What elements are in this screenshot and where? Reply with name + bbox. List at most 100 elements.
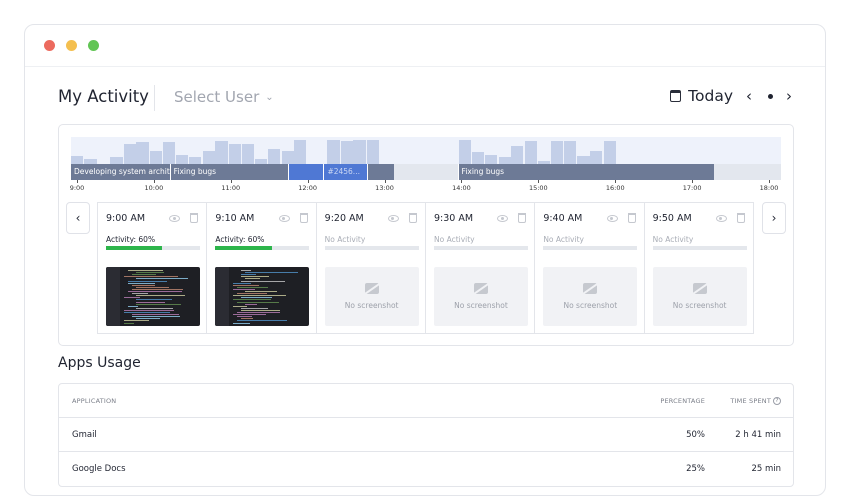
code-line [128,270,163,271]
task-track: Developing system architect...Fixing bug… [71,164,781,180]
previous-day-icon[interactable]: ‹ [746,87,752,105]
code-line [245,303,258,305]
screenshot-placeholder: No screenshot [324,267,419,326]
code-line [132,293,148,295]
code-line [237,301,280,303]
eye-icon[interactable] [497,215,509,222]
code-line [132,316,180,318]
slot-time: 9:20 AM [324,213,364,224]
code-line [237,320,288,322]
activity-bar-fill [215,246,272,250]
maximize-window-button[interactable] [88,40,99,51]
code-line [241,270,252,271]
code-line [241,307,269,309]
trash-icon[interactable] [518,213,527,223]
activity-histogram-bar [268,149,281,164]
current-day-dot-icon[interactable] [768,93,773,99]
activity-histogram [71,137,781,164]
eye-icon[interactable] [278,215,290,222]
eye-icon[interactable] [387,215,399,222]
time-axis-tick [615,180,617,183]
activity-histogram-bar [228,143,241,164]
previous-slots-button[interactable]: ‹ [66,202,90,234]
task-segment[interactable]: #2456... [323,164,367,180]
next-day-icon[interactable]: › [786,87,792,105]
code-line [132,284,155,286]
code-line [124,322,134,324]
trash-icon[interactable] [627,213,636,223]
chevron-left-icon: ‹ [75,211,81,225]
activity-histogram-bar [340,141,353,164]
slot-time: 9:50 AM [652,213,692,224]
activity-histogram-bar [511,146,524,164]
select-user-dropdown[interactable]: Select User ⌄ [174,88,274,106]
task-segment[interactable]: Developing system architect... [71,164,170,180]
code-line [136,272,164,274]
activity-histogram-bar [202,150,215,164]
time-axis-label: 17:00 [682,184,702,192]
code-line [241,276,270,278]
activity-histogram-bar [123,143,136,164]
trash-icon[interactable] [299,213,308,223]
table-row[interactable]: Gmail 50% 2 h 41 min [59,418,793,452]
column-percentage[interactable]: PERCENTAGE [660,384,705,418]
time-axis-tick [538,180,540,183]
trash-icon[interactable] [736,213,745,223]
time-axis-tick [461,180,463,183]
slot-activity: No Activity [543,235,584,244]
app-window: My Activity Select User ⌄ Today ‹ › Deve… [24,24,826,496]
close-window-button[interactable] [44,40,55,51]
eye-icon[interactable] [606,215,618,222]
trash-icon[interactable] [408,213,417,223]
task-segment[interactable] [366,164,395,180]
no-screenshot-label: No screenshot [344,301,399,310]
code-line [128,280,167,282]
slot-time: 9:10 AM [215,213,255,224]
activity-histogram-bar [71,155,84,164]
next-slots-button[interactable]: › [762,202,786,234]
activity-histogram-bar [294,139,307,164]
column-application[interactable]: APPLICATION [72,384,116,418]
screenshot-slot: 9:40 AM No Activity No screenshot [535,203,645,333]
table-row[interactable]: Google Docs 25% 25 min [59,452,793,486]
time-axis-label: 16:00 [605,184,625,192]
code-line [124,297,140,299]
task-segment[interactable] [287,164,324,180]
screenshot-thumbnail[interactable] [106,267,200,326]
calendar-icon[interactable] [670,90,682,102]
time-axis-label: 10:00 [144,184,164,192]
activity-histogram-bar [110,157,123,164]
app-percentage: 50% [686,430,705,440]
time-axis-tick [153,180,155,183]
activity-histogram-bar [136,142,149,164]
code-line [233,284,260,286]
time-axis-label: 14:00 [452,184,471,192]
code-line [237,293,268,295]
activity-histogram-bar [366,139,379,164]
date-label[interactable]: Today [688,87,733,105]
column-time-spent[interactable]: TIME SPENT? [730,384,781,418]
no-screenshot-label: No screenshot [454,301,508,310]
activity-histogram-bar [175,154,189,164]
task-segment[interactable]: Fixing bugs [457,164,714,180]
minimize-window-button[interactable] [66,40,77,51]
code-line [136,278,188,280]
task-segment[interactable]: Fixing bugs [169,164,288,180]
slot-time: 9:00 AM [106,213,146,224]
code-line [132,314,179,316]
screenshot-thumbnail[interactable] [215,267,310,326]
camera-off-icon [692,283,707,294]
activity-bar-fill [106,246,163,250]
camera-off-icon [473,283,488,294]
activity-histogram-bar [550,141,563,164]
eye-icon[interactable] [715,215,727,222]
activity-header: My Activity Select User ⌄ Today ‹ › [58,85,792,113]
activity-histogram-bar [189,157,202,164]
eye-icon[interactable] [169,215,181,222]
activity-histogram-bar [149,150,163,164]
trash-icon[interactable] [190,213,199,223]
no-screenshot-label: No screenshot [672,301,727,310]
activity-histogram-bar [564,141,577,164]
help-icon[interactable]: ? [773,397,781,405]
code-line [241,309,281,311]
